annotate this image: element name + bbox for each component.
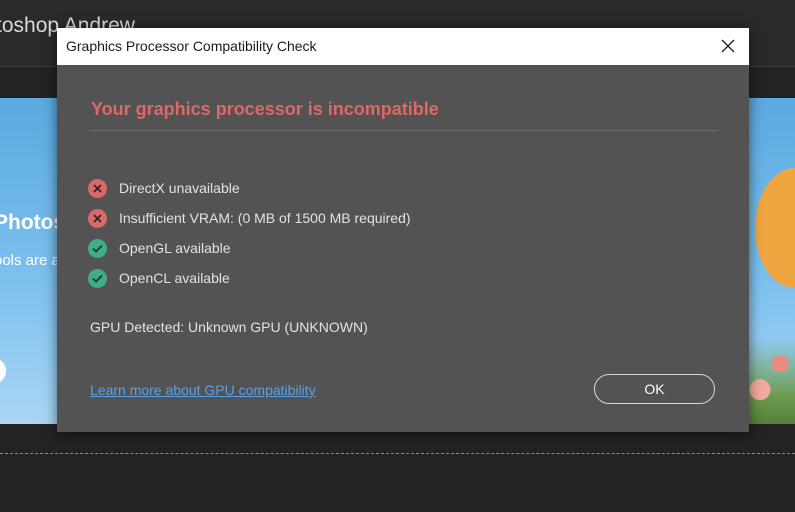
- banner-illustration: [755, 168, 795, 288]
- dialog-titlebar: Graphics Processor Compatibility Check: [57, 28, 749, 65]
- incompatible-heading: Your graphics processor is incompatible: [91, 99, 439, 119]
- close-icon: [721, 39, 735, 53]
- gpu-detected-text: GPU Detected: Unknown GPU (UNKNOWN): [90, 319, 368, 335]
- error-x-icon: [88, 208, 107, 228]
- banner-button[interactable]: [0, 358, 6, 384]
- check-item-directx: DirectX unavailable: [88, 173, 411, 203]
- close-button[interactable]: [713, 32, 743, 60]
- banner-subtext: ools are a: [0, 252, 60, 269]
- check-icon: [88, 238, 107, 258]
- dashed-divider: [0, 453, 795, 454]
- gpu-compatibility-dialog: Graphics Processor Compatibility Check Y…: [57, 28, 749, 432]
- check-item-opencl: OpenCL available: [88, 263, 411, 293]
- heading-divider: [89, 130, 718, 131]
- check-list: DirectX unavailable Insufficient VRAM: (…: [88, 173, 411, 293]
- learn-more-link[interactable]: Learn more about GPU compatibility: [90, 382, 316, 398]
- check-label: OpenGL available: [119, 240, 231, 256]
- check-label: OpenCL available: [119, 270, 230, 286]
- check-item-vram: Insufficient VRAM: (0 MB of 1500 MB requ…: [88, 203, 411, 233]
- error-x-icon: [88, 178, 107, 198]
- banner-flowers-illustration: [745, 338, 795, 424]
- check-label: Insufficient VRAM: (0 MB of 1500 MB requ…: [119, 210, 411, 226]
- check-label: DirectX unavailable: [119, 180, 240, 196]
- check-icon: [88, 268, 107, 288]
- dialog-title: Graphics Processor Compatibility Check: [66, 38, 317, 54]
- ok-button[interactable]: OK: [594, 374, 715, 404]
- check-item-opengl: OpenGL available: [88, 233, 411, 263]
- banner-heading: Photos: [0, 211, 66, 234]
